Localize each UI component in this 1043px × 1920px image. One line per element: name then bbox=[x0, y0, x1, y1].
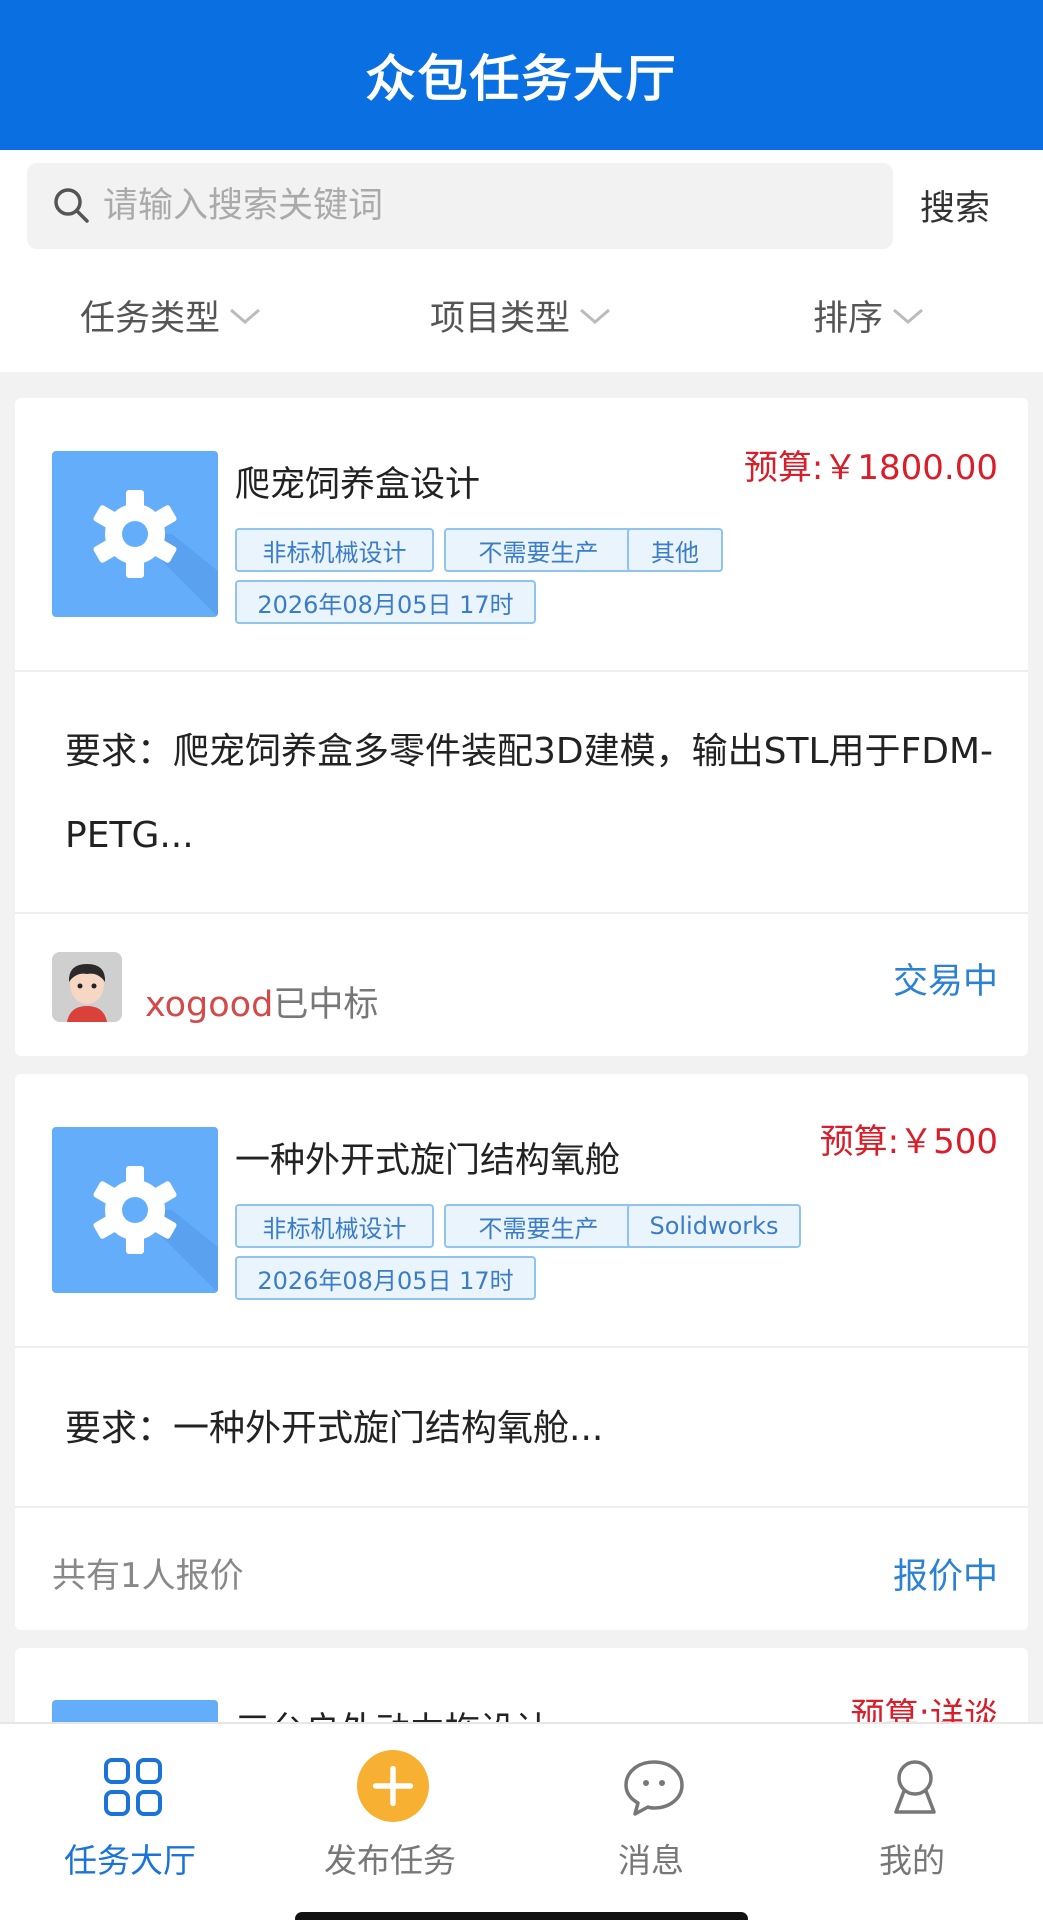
filter-project-type[interactable]: 项目类型 bbox=[430, 290, 612, 341]
search-input[interactable] bbox=[103, 163, 873, 249]
chevron-down-icon bbox=[580, 308, 610, 324]
task-requirement: 要求：一种外开式旋门结构氧舱... bbox=[65, 1408, 604, 1449]
task-tag: 非标机械设计 bbox=[235, 528, 434, 572]
task-tag: Solidworks bbox=[627, 1204, 801, 1248]
task-tag: 其他 bbox=[627, 528, 723, 572]
filter-label: 项目类型 bbox=[430, 299, 571, 339]
task-budget: 预算:￥1800.00 bbox=[743, 448, 998, 488]
tab-profile[interactable]: 我的 bbox=[782, 1724, 1042, 1920]
task-status: 交易中 bbox=[892, 962, 998, 1002]
divider bbox=[15, 1506, 1028, 1508]
filter-sort[interactable]: 排序 bbox=[813, 290, 925, 341]
grid-icon bbox=[104, 1758, 162, 1816]
task-budget: 预算:￥500 bbox=[819, 1122, 998, 1162]
task-thumbnail bbox=[52, 451, 218, 617]
winner-name[interactable]: xogood bbox=[145, 985, 273, 1025]
winner-info: xogood已中标 bbox=[145, 976, 378, 1027]
plus-circle-icon bbox=[357, 1750, 429, 1822]
task-status: 报价中 bbox=[892, 1557, 998, 1597]
task-thumbnail bbox=[52, 1127, 218, 1293]
winner-status-text: 已中标 bbox=[273, 985, 379, 1025]
chevron-down-icon bbox=[230, 308, 260, 324]
search-icon bbox=[54, 188, 89, 223]
search-button[interactable]: 搜索 bbox=[920, 180, 990, 231]
tab-label: 消息 bbox=[618, 1841, 684, 1880]
quote-count: 共有1人报价 bbox=[52, 1556, 244, 1596]
tab-messages[interactable]: 消息 bbox=[521, 1724, 781, 1920]
task-card[interactable]: 爬宠饲养盒设计 预算:￥1800.00 非标机械设计 不需要生产 其他 2026… bbox=[15, 398, 1028, 1056]
user-icon bbox=[894, 1760, 936, 1814]
tab-label: 任务大厅 bbox=[64, 1841, 196, 1880]
page-title: 众包任务大厅 bbox=[365, 50, 678, 108]
home-indicator bbox=[295, 1912, 748, 1920]
tab-publish-task[interactable]: 发布任务 bbox=[260, 1724, 520, 1920]
task-tag: 不需要生产 bbox=[444, 528, 633, 572]
search-box[interactable] bbox=[27, 163, 893, 249]
avatar bbox=[52, 952, 122, 1022]
chat-bubble-icon bbox=[624, 1760, 684, 1816]
filter-label: 任务类型 bbox=[80, 299, 221, 339]
task-tag: 非标机械设计 bbox=[235, 1204, 434, 1248]
filter-label: 排序 bbox=[813, 299, 884, 339]
task-title[interactable]: 一种外开式旋门结构氧舱 bbox=[235, 1132, 620, 1183]
tab-task-hall[interactable]: 任务大厅 bbox=[0, 1724, 260, 1920]
task-card[interactable]: 一种外开式旋门结构氧舱 预算:￥500 非标机械设计 不需要生产 Solidwo… bbox=[15, 1074, 1028, 1630]
task-deadline: 2026年08月05日 17时 bbox=[235, 580, 536, 624]
filter-task-type[interactable]: 任务类型 bbox=[80, 290, 262, 341]
task-tag: 不需要生产 bbox=[444, 1204, 633, 1248]
gear-icon bbox=[93, 1166, 218, 1293]
divider bbox=[15, 912, 1028, 914]
chevron-down-icon bbox=[893, 308, 923, 324]
gear-icon bbox=[93, 490, 218, 617]
task-requirement: 要求：爬宠饲养盒多零件装配3D建模，输出STL用于FDM-PETG... bbox=[65, 731, 994, 856]
divider bbox=[15, 1346, 1028, 1348]
tab-label: 我的 bbox=[879, 1841, 945, 1880]
search-filter-panel: 搜索 任务类型 项目类型 排序 bbox=[0, 150, 1043, 372]
bottom-tab-bar: 任务大厅 发布任务 消息 我的 bbox=[0, 1722, 1043, 1920]
task-title[interactable]: 爬宠饲养盒设计 bbox=[235, 456, 480, 507]
divider bbox=[15, 670, 1028, 672]
task-deadline: 2026年08月05日 17时 bbox=[235, 1256, 536, 1300]
tab-label: 发布任务 bbox=[324, 1841, 456, 1880]
app-header: 众包任务大厅 bbox=[0, 0, 1043, 150]
